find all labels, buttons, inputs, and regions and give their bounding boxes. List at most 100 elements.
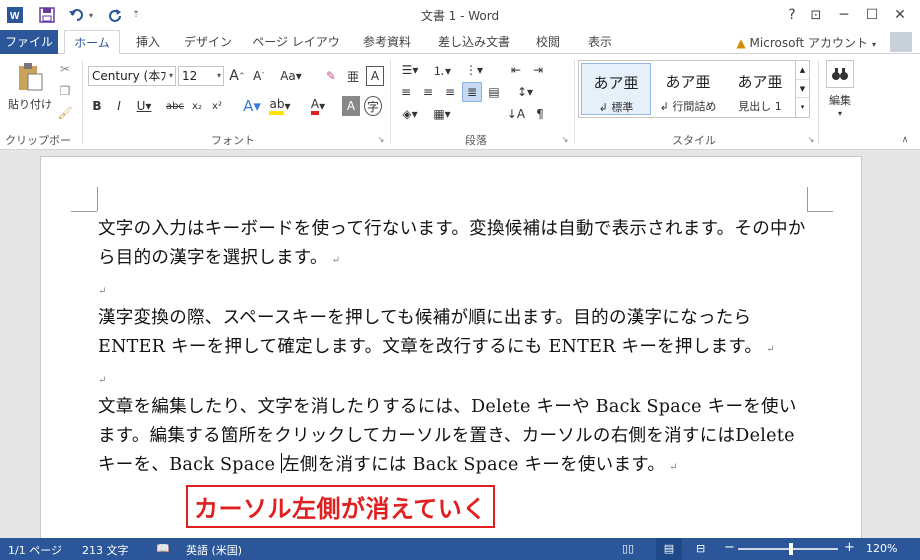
zoom-slider-thumb[interactable] <box>789 543 793 555</box>
zoom-out-button[interactable]: − <box>724 540 735 555</box>
word-count[interactable]: 213 文字 <box>82 542 129 558</box>
group-divider <box>390 60 391 144</box>
paragraph: 漢字変換の際、スペースキーを押しても候補が順に出ます。目的の漢字になったらENT… <box>98 304 810 364</box>
enclose-characters-icon[interactable]: 字 <box>364 96 382 116</box>
subscript-icon[interactable]: x₂ <box>188 96 206 116</box>
shading-icon[interactable]: ◈▾ <box>396 104 424 124</box>
justify-icon[interactable]: ≣ <box>462 82 482 102</box>
bold-icon[interactable]: B <box>88 96 106 116</box>
italic-icon[interactable]: I <box>110 96 128 116</box>
clear-formatting-icon[interactable]: ✎ <box>322 66 340 86</box>
editing-button[interactable]: 編集 <box>822 92 858 108</box>
language-indicator[interactable]: 英語 (米国) <box>186 542 242 558</box>
binoculars-icon[interactable] <box>826 60 854 88</box>
ribbon-display-options-button[interactable]: ⊡ <box>802 4 830 26</box>
increase-indent-icon[interactable]: ⇥ <box>528 60 548 80</box>
zoom-in-button[interactable]: + <box>844 540 855 555</box>
tab-references[interactable]: 参考資料 <box>352 30 422 54</box>
multilevel-list-icon[interactable]: ⋮▾ <box>460 60 488 80</box>
shrink-font-icon[interactable]: Aˇ <box>250 66 268 86</box>
style-name: ↲ 行間詰め <box>659 100 717 113</box>
page-count[interactable]: 1/1 ページ <box>8 542 62 558</box>
align-right-icon[interactable]: ≡ <box>440 82 460 102</box>
zoom-level[interactable]: 120% <box>866 542 897 555</box>
print-layout-icon[interactable]: ▤ <box>656 538 682 560</box>
styles-dialog-launcher-icon[interactable]: ↘ <box>806 134 816 144</box>
underline-icon[interactable]: U▾ <box>132 96 156 116</box>
highlight-color-icon[interactable]: ab ▾ <box>268 96 292 116</box>
font-name-combo[interactable]: Century (本ﾌ ▾ <box>88 66 176 86</box>
font-name-value: Century (本ﾌ <box>92 69 167 83</box>
copy-icon[interactable]: ❐ <box>56 82 74 100</box>
minimize-button[interactable]: ─ <box>830 4 858 26</box>
warning-icon: ▲ <box>736 36 746 50</box>
tab-review[interactable]: 校閲 <box>526 30 570 54</box>
styles-gallery-scroll[interactable]: ▲ ▼ ▾ <box>795 61 809 117</box>
sort-icon[interactable]: ↓A <box>506 104 526 124</box>
borders-icon[interactable]: ▦▾ <box>428 104 456 124</box>
account-label: Microsoft アカウント <box>749 36 868 50</box>
font-dialog-launcher-icon[interactable]: ↘ <box>376 134 386 144</box>
align-center-icon[interactable]: ≡ <box>418 82 438 102</box>
document-body[interactable]: 文字の入力はキーボードを使って行ないます。変換候補は自動で表示されます。その中か… <box>98 215 810 482</box>
bullets-icon[interactable]: ☰▾ <box>396 60 424 80</box>
superscript-icon[interactable]: x² <box>208 96 226 116</box>
read-mode-icon[interactable]: ▯▯ <box>622 542 634 555</box>
chevron-up-icon[interactable]: ▲ <box>796 61 809 79</box>
style-heading-1[interactable]: あア亜 見出し 1 <box>725 63 795 115</box>
line-spacing-icon[interactable]: ↕▾ <box>512 82 538 102</box>
format-painter-icon[interactable]: 🖌 <box>56 104 74 122</box>
distributed-icon[interactable]: ▤ <box>484 82 504 102</box>
document-area: 文字の入力はキーボードを使って行ないます。変換候補は自動で表示されます。その中か… <box>0 150 920 546</box>
style-name: 見出し 1 <box>738 100 782 113</box>
zoom-slider[interactable] <box>738 548 838 550</box>
decrease-indent-icon[interactable]: ⇤ <box>506 60 526 80</box>
phonetic-guide-icon[interactable]: 亜 <box>344 66 362 86</box>
close-button[interactable]: ✕ <box>886 4 914 26</box>
group-divider <box>818 60 819 144</box>
cut-icon[interactable]: ✂ <box>56 60 74 78</box>
character-border-icon[interactable]: A <box>366 66 384 86</box>
tab-design[interactable]: デザイン <box>178 30 238 54</box>
tab-insert[interactable]: 挿入 <box>126 30 170 54</box>
paragraph-mark: ↵ <box>98 286 107 297</box>
text-effects-icon[interactable]: A▾ <box>240 96 264 116</box>
margin-corner-mark <box>807 187 808 211</box>
avatar[interactable] <box>890 32 912 52</box>
style-normal[interactable]: あア亜 ↲ 標準 <box>581 63 651 115</box>
web-layout-icon[interactable]: ⊟ <box>696 542 705 555</box>
chevron-down-icon: ▾ <box>168 71 173 80</box>
style-no-spacing[interactable]: あア亜 ↲ 行間詰め <box>653 63 723 115</box>
change-case-icon[interactable]: Aa▾ <box>278 66 304 86</box>
font-color-icon[interactable]: A ▾ <box>306 96 330 116</box>
tab-page-layout[interactable]: ページ レイアウト <box>248 30 344 73</box>
paste-icon[interactable] <box>10 60 50 94</box>
document-page[interactable]: 文字の入力はキーボードを使って行ないます。変換候補は自動で表示されます。その中か… <box>40 156 862 546</box>
margin-corner-mark <box>71 211 97 212</box>
chevron-down-icon: ▾ <box>216 71 221 80</box>
font-size-combo[interactable]: 12 ▾ <box>178 66 224 86</box>
character-shading-icon[interactable]: A <box>342 96 360 116</box>
maximize-button[interactable]: ☐ <box>858 4 886 26</box>
tab-mailings[interactable]: 差し込み文書 <box>430 30 518 54</box>
more-styles-icon[interactable]: ▾ <box>796 97 809 115</box>
grow-font-icon[interactable]: A ^ <box>228 66 246 86</box>
paragraph-dialog-launcher-icon[interactable]: ↘ <box>560 134 570 144</box>
tab-view[interactable]: 表示 <box>578 30 622 54</box>
tab-file[interactable]: ファイル <box>0 30 58 54</box>
paste-button[interactable]: 貼り付け <box>4 96 56 112</box>
margin-corner-mark <box>807 211 833 212</box>
collapse-ribbon-icon[interactable]: ∧ <box>898 134 912 146</box>
show-formatting-marks-icon[interactable]: ¶ <box>530 104 550 124</box>
chevron-down-icon[interactable]: ▼ <box>796 79 809 97</box>
strikethrough-icon[interactable]: abc <box>164 96 186 116</box>
chevron-down-icon[interactable]: ▾ <box>834 108 846 118</box>
account-menu[interactable]: ▲ Microsoft アカウント ▾ <box>736 34 876 51</box>
tab-home[interactable]: ホーム <box>64 30 120 55</box>
align-left-icon[interactable]: ≡ <box>396 82 416 102</box>
proofing-icon[interactable]: 📖 <box>156 542 170 555</box>
paragraph: 文章を編集したり、文字を消したりするには、Delete キーや Back Spa… <box>98 393 810 482</box>
ribbon-tabs: ファイル ホーム 挿入 デザイン ページ レイアウト 参考資料 差し込み文書 校… <box>0 30 920 73</box>
numbering-icon[interactable]: ⒈▾ <box>428 60 456 80</box>
paragraph-mark: ↵ <box>98 375 107 386</box>
